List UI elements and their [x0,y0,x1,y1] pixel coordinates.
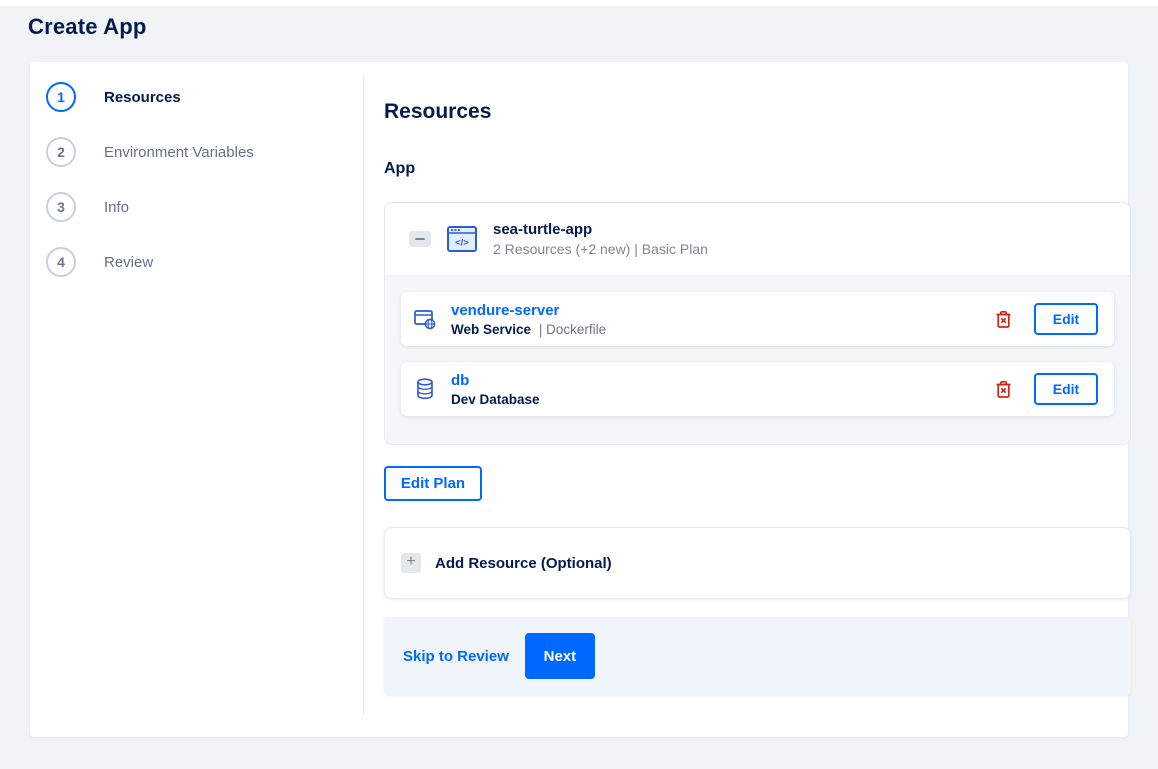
web-service-icon [414,310,436,330]
step-label: Info [104,198,130,216]
resource-text: vendure-server Web Service | Dockerfile [451,302,991,337]
edit-plan-button[interactable]: Edit Plan [384,466,482,501]
create-app-panel: 1 Resources 2 Environment Variables 3 In… [30,62,1131,737]
collapse-app-button[interactable] [409,231,431,247]
wizard-steps: 1 Resources 2 Environment Variables 3 In… [46,82,346,302]
step-info[interactable]: 3 Info [46,192,346,222]
wizard-footer: Skip to Review Next [384,617,1131,695]
app-card-header: </> sea-turtle-app 2 Resources (+2 new) … [385,203,1130,275]
resource-type-line: Dev Database [451,392,991,407]
app-section-label: App [384,160,416,177]
resource-text: db Dev Database [451,372,991,407]
delete-resource-button[interactable] [991,306,1016,333]
app-summary: 2 Resources (+2 new) | Basic Plan [493,241,708,257]
skip-to-review-link[interactable]: Skip to Review [403,648,509,665]
step-content: Resources App </> sea-turtle-app 2 Resou… [384,62,1131,695]
step-number-circle: 1 [46,82,76,112]
step-number-circle: 4 [46,247,76,277]
step-review[interactable]: 4 Review [46,247,346,277]
app-header-text: sea-turtle-app 2 Resources (+2 new) | Ba… [493,221,708,257]
resource-name-link[interactable]: vendure-server [451,302,559,319]
app-code-window-icon: </> [447,226,477,252]
top-strip [0,0,1158,6]
step-label: Environment Variables [104,143,254,161]
plus-icon: + [401,553,421,573]
resource-detail: | Dockerfile [538,321,607,337]
resource-type: Web Service [451,321,532,337]
app-name: sea-turtle-app [493,221,593,238]
step-number-circle: 2 [46,137,76,167]
resource-type-line: Web Service | Dockerfile [451,322,991,337]
sidebar-divider [363,76,364,715]
step-label: Review [104,253,154,271]
step-label: Resources [104,88,181,106]
delete-resource-button[interactable] [991,376,1016,403]
next-button[interactable]: Next [524,633,595,679]
resource-type: Dev Database [451,391,540,407]
step-environment-variables[interactable]: 2 Environment Variables [46,137,346,167]
database-icon [417,378,433,400]
resource-row-vendure-server: vendure-server Web Service | Dockerfile [401,292,1114,346]
step-resources[interactable]: 1 Resources [46,82,346,112]
app-card: </> sea-turtle-app 2 Resources (+2 new) … [384,202,1131,445]
minus-icon [415,238,425,240]
svg-text:</>: </> [455,238,469,249]
trash-icon [996,380,1011,398]
step-number-circle: 3 [46,192,76,222]
resource-name-link[interactable]: db [451,372,469,389]
resources-list: vendure-server Web Service | Dockerfile [385,275,1130,444]
trash-icon [996,310,1011,328]
resource-row-db: db Dev Database Edit [401,362,1114,416]
add-resource-button[interactable]: + Add Resource (Optional) [384,527,1131,599]
add-resource-label: Add Resource (Optional) [435,554,612,572]
edit-resource-button[interactable]: Edit [1034,373,1098,405]
edit-resource-button[interactable]: Edit [1034,303,1098,335]
content-heading: Resources [384,100,492,123]
page-title: Create App [28,14,147,39]
